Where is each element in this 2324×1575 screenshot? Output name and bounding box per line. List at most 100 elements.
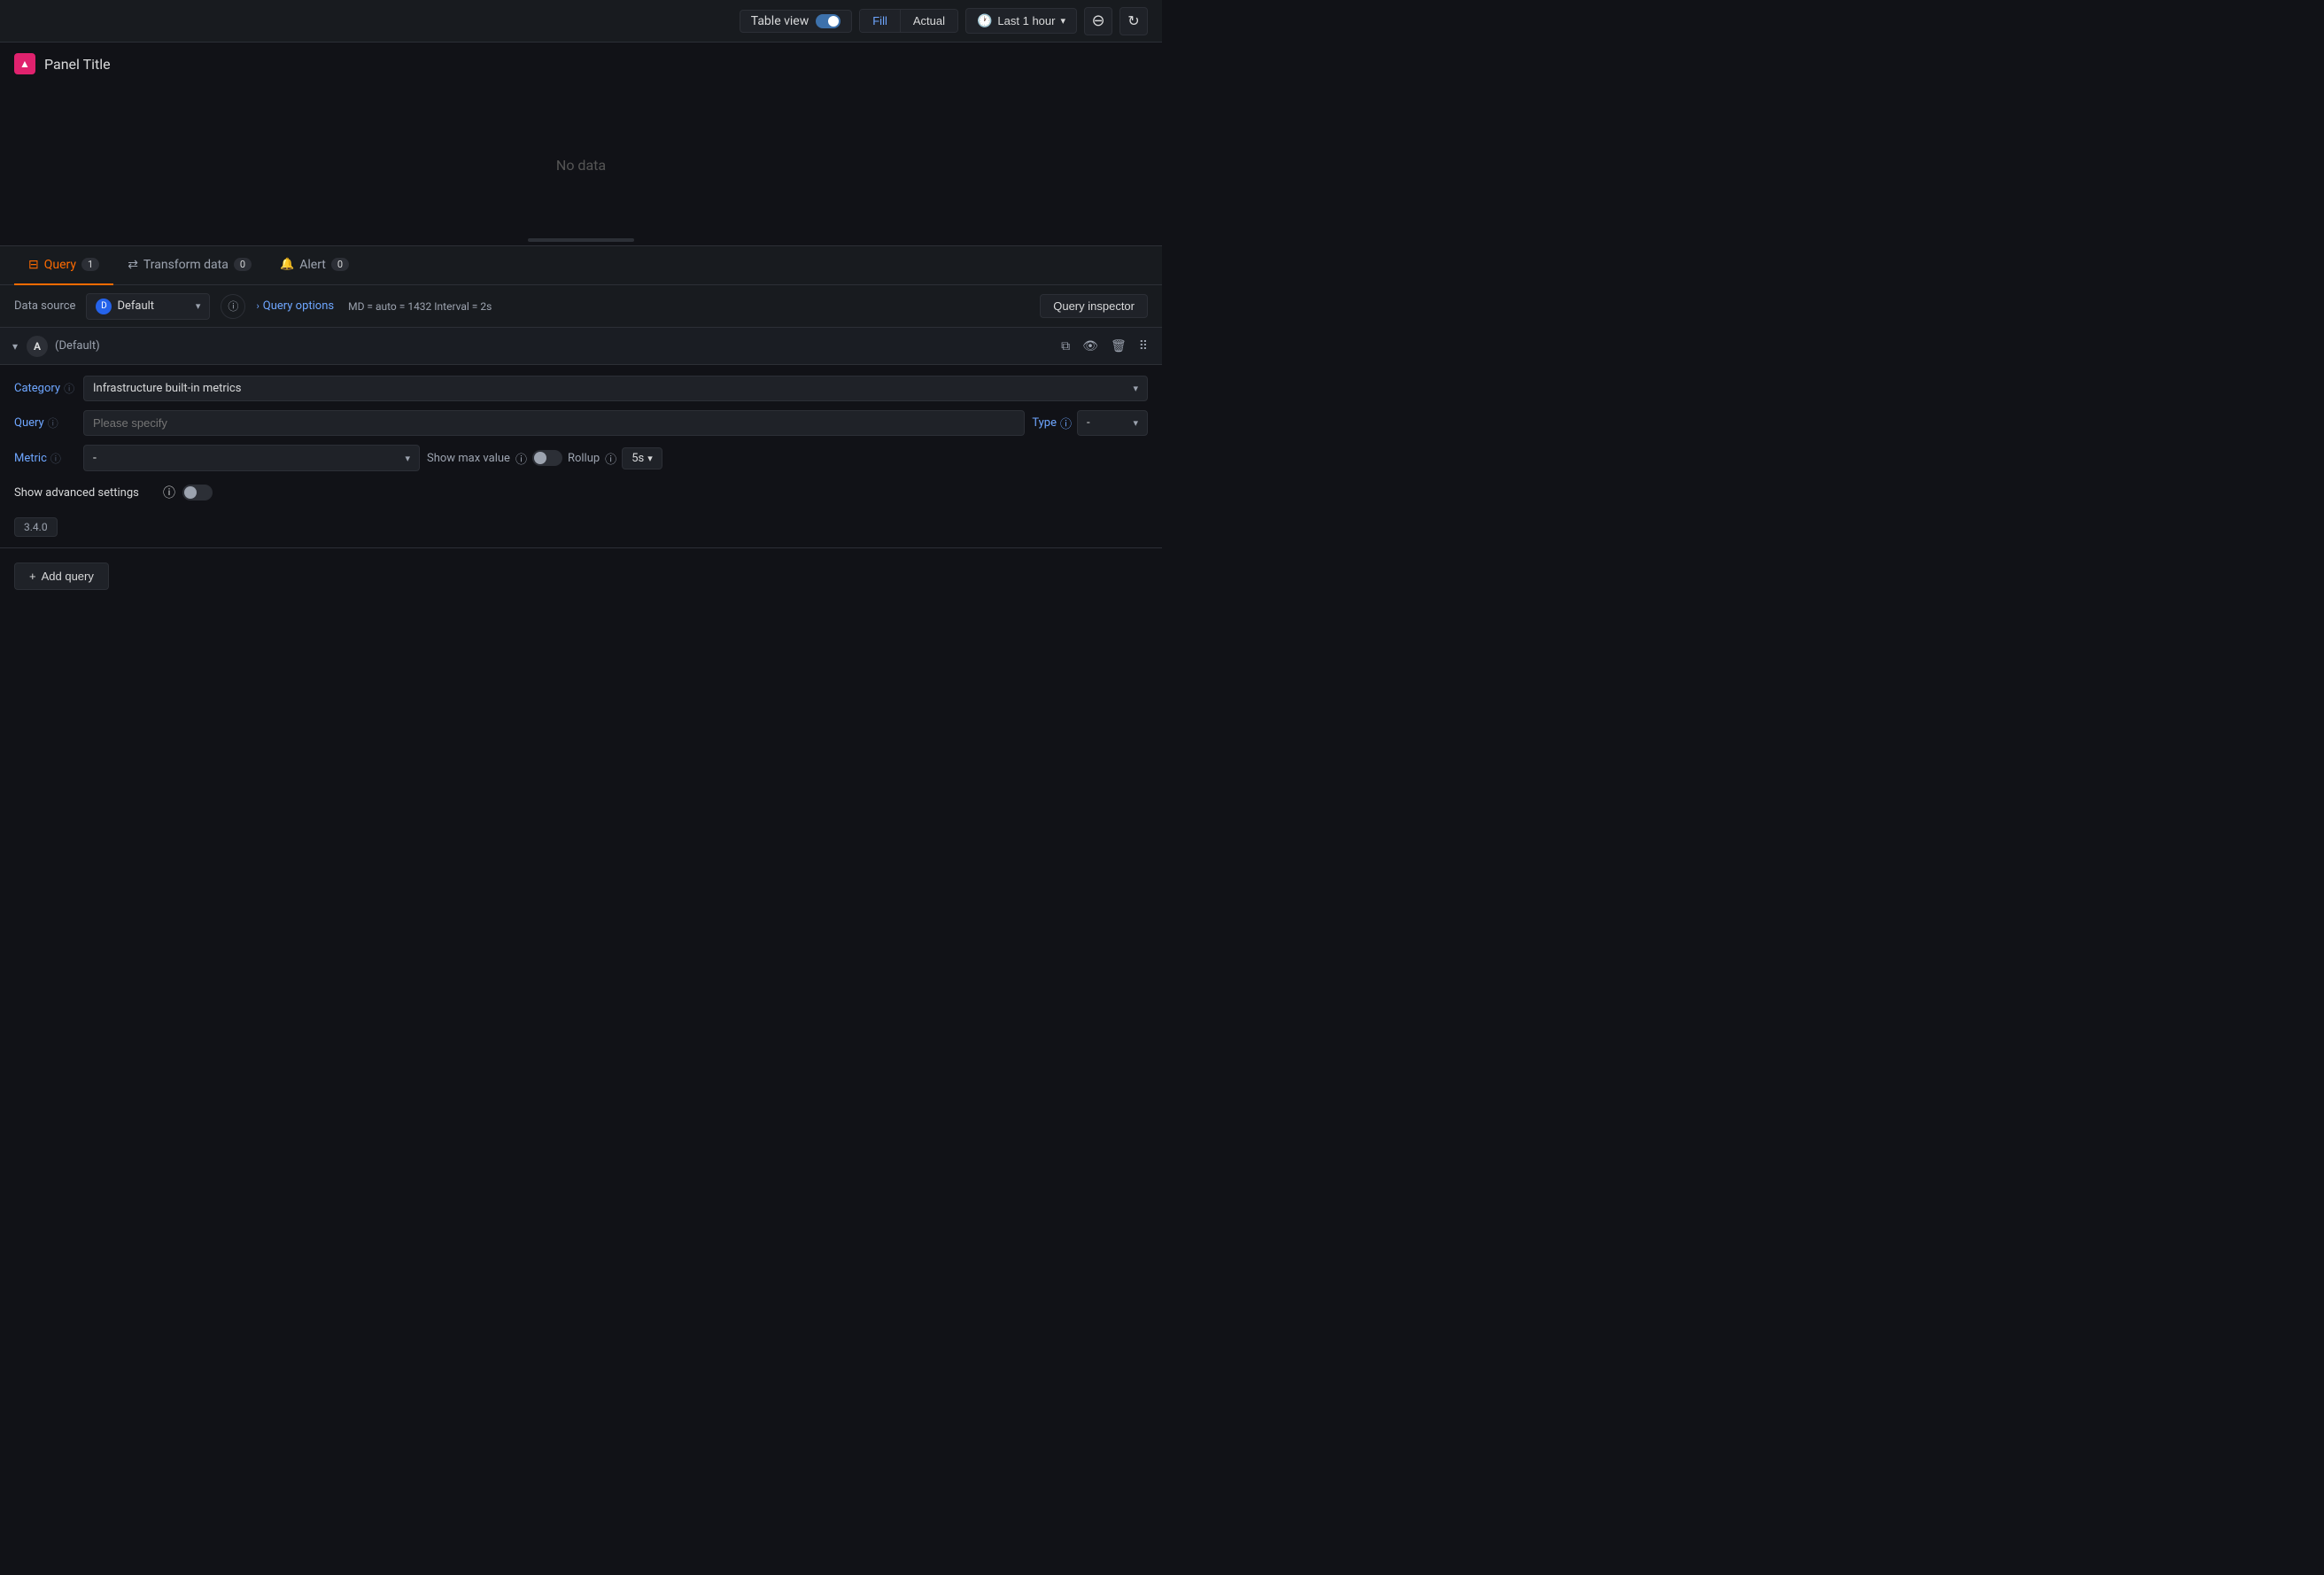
query-letter: A [27, 336, 48, 357]
query-tab-icon: ⊟ [28, 258, 39, 272]
query-options-label: Query options [263, 299, 334, 313]
panel-header: ▲ Panel Title [0, 43, 1162, 85]
table-view-toggle[interactable]: Table view [740, 10, 853, 33]
add-query-button[interactable]: + Add query [14, 562, 109, 590]
datasource-name: Default [117, 299, 190, 313]
query-fields: Category ⓘ Infrastructure built-in metri… [0, 365, 1162, 547]
rollup-chevron-icon: ▾ [647, 453, 653, 464]
time-range-label: Last 1 hour [997, 14, 1055, 27]
query-tab-label: Query [44, 258, 76, 272]
rollup-info-icon[interactable]: ⓘ [605, 450, 616, 467]
refresh-button[interactable]: ↻ [1119, 7, 1148, 35]
tab-alert[interactable]: 🔔 Alert 0 [266, 246, 363, 285]
query-field-label: Query ⓘ [14, 415, 76, 431]
metric-select[interactable]: - ▾ [83, 445, 420, 471]
query-input[interactable] [83, 410, 1025, 436]
type-select[interactable]: - ▾ [1077, 410, 1148, 436]
show-max-toggle[interactable] [532, 450, 562, 466]
category-row: Category ⓘ Infrastructure built-in metri… [14, 376, 1148, 401]
add-query-section: + Add query [0, 547, 1162, 604]
visibility-button[interactable]: 👁 [1079, 335, 1102, 357]
tabs-bar: ⊟ Query 1 ⇄ Transform data 0 🔔 Alert 0 [0, 246, 1162, 285]
advanced-thumb [184, 486, 197, 499]
trash-icon: 🗑 [1111, 338, 1127, 353]
metric-row: Metric ⓘ - ▾ Show max value ⓘ Rollup ⓘ 5… [14, 445, 1148, 471]
show-max-label: Show max value [427, 452, 510, 465]
transform-tab-icon: ⇄ [128, 258, 138, 272]
version-badge: 3.4.0 [14, 517, 58, 537]
tab-transform[interactable]: ⇄ Transform data 0 [113, 246, 266, 285]
panel-title: Panel Title [44, 56, 111, 73]
advanced-toggle[interactable] [182, 485, 213, 500]
type-info-icon[interactable]: ⓘ [1060, 415, 1072, 431]
datasource-row: Data source D Default ▾ ⓘ › Query option… [0, 285, 1162, 328]
query-row-header: ▾ A (Default) ⧉ 👁 🗑 ⠿ [0, 328, 1162, 365]
eye-icon: 👁 [1082, 338, 1098, 353]
fill-button[interactable]: Fill [860, 10, 901, 32]
category-select[interactable]: Infrastructure built-in metrics ▾ [83, 376, 1148, 401]
collapse-button[interactable]: ▾ [11, 338, 19, 354]
add-icon: + [29, 570, 36, 583]
top-toolbar: Table view Fill Actual 🕐 Last 1 hour ▾ ⊖… [0, 0, 1162, 43]
datasource-icon: D [96, 299, 112, 314]
datasource-chevron-icon: ▾ [196, 300, 201, 312]
query-field-row: Query ⓘ Type ⓘ - ▾ [14, 410, 1148, 436]
table-view-track [816, 14, 841, 28]
metric-info-icon[interactable]: ⓘ [50, 451, 61, 466]
chevron-right-icon: › [256, 300, 259, 312]
show-max-info-icon[interactable]: ⓘ [515, 450, 527, 467]
type-chevron-icon: ▾ [1133, 417, 1138, 429]
copy-icon: ⧉ [1061, 338, 1070, 353]
no-data-message: No data [0, 85, 1162, 245]
category-info-icon[interactable]: ⓘ [64, 381, 74, 396]
datasource-label: Data source [14, 299, 75, 313]
actual-button[interactable]: Actual [901, 10, 957, 32]
category-chevron-icon: ▾ [1133, 383, 1138, 394]
drag-handle[interactable]: ⠿ [1135, 335, 1151, 357]
panel-alert-icon: ▲ [14, 53, 35, 74]
datasource-info-button[interactable]: ⓘ [221, 294, 245, 319]
chevron-down-icon: ▾ [1060, 15, 1065, 27]
rollup-label: Rollup [568, 452, 600, 465]
type-section: Type ⓘ - ▾ [1032, 410, 1148, 436]
rollup-select[interactable]: 5s ▾ [622, 447, 662, 469]
zoom-icon: ⊖ [1091, 12, 1104, 30]
query-body: ▾ A (Default) ⧉ 👁 🗑 ⠿ Category ⓘ [0, 328, 1162, 547]
copy-button[interactable]: ⧉ [1057, 335, 1073, 357]
metric-chevron-icon: ▾ [405, 453, 410, 464]
tab-query[interactable]: ⊟ Query 1 [14, 246, 113, 285]
drag-icon: ⠿ [1139, 338, 1148, 353]
scroll-indicator [528, 238, 634, 242]
delete-button[interactable]: 🗑 [1107, 335, 1130, 357]
table-view-thumb [828, 16, 839, 27]
query-tab-badge: 1 [81, 258, 99, 271]
advanced-label: Show advanced settings [14, 486, 156, 500]
panel-area: ▲ Panel Title No data [0, 43, 1162, 246]
query-row-actions: ⧉ 👁 🗑 ⠿ [1057, 335, 1151, 357]
alert-tab-label: Alert [299, 258, 326, 272]
datasource-select[interactable]: D Default ▾ [86, 293, 210, 320]
query-options-link[interactable]: › Query options [256, 299, 334, 313]
category-label: Category ⓘ [14, 381, 76, 396]
refresh-icon: ↻ [1127, 12, 1139, 30]
transform-tab-label: Transform data [143, 258, 229, 272]
query-alias: (Default) [55, 339, 1050, 353]
add-query-label: Add query [42, 570, 94, 583]
alert-tab-icon: 🔔 [280, 258, 294, 271]
time-range-button[interactable]: 🕐 Last 1 hour ▾ [965, 8, 1077, 34]
version-badge-wrapper: 3.4.0 [14, 514, 1148, 537]
query-info-icon[interactable]: ⓘ [48, 415, 58, 431]
advanced-info-icon[interactable]: ⓘ [163, 484, 175, 501]
transform-tab-badge: 0 [234, 258, 252, 271]
info-icon: ⓘ [228, 299, 238, 314]
show-max-section: Show max value ⓘ Rollup ⓘ 5s ▾ [427, 447, 662, 469]
fill-actual-group: Fill Actual [859, 9, 958, 33]
metric-label: Metric ⓘ [14, 451, 76, 466]
query-inspector-button[interactable]: Query inspector [1040, 294, 1148, 318]
query-meta: MD = auto = 1432 Interval = 2s [348, 300, 1029, 313]
show-max-thumb [534, 452, 546, 464]
advanced-settings-row: Show advanced settings ⓘ [14, 480, 1148, 505]
alert-tab-badge: 0 [331, 258, 349, 271]
zoom-out-button[interactable]: ⊖ [1084, 7, 1112, 35]
collapse-icon: ▾ [12, 340, 18, 353]
